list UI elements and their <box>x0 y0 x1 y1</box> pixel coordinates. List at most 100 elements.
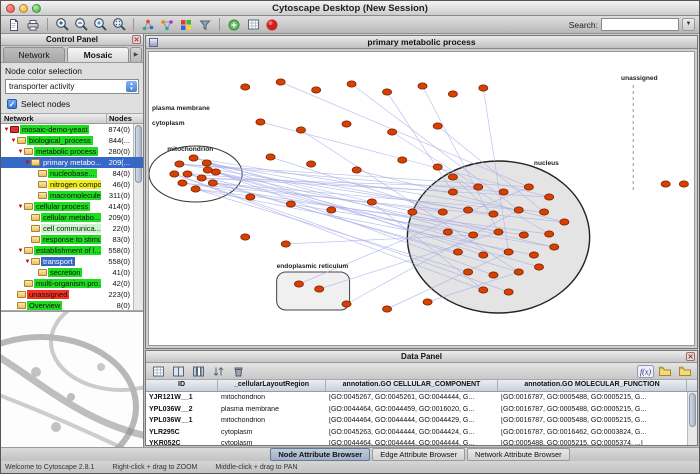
network-node[interactable] <box>443 229 452 235</box>
network-node[interactable] <box>281 241 290 247</box>
tab-network-attribute-browser[interactable]: Network Attribute Browser <box>467 448 570 461</box>
network-node[interactable] <box>178 180 187 186</box>
import-attributes-icon[interactable] <box>656 363 674 379</box>
network-node[interactable] <box>504 249 513 255</box>
vizmapper-icon[interactable] <box>177 17 195 33</box>
expand-arrow-icon[interactable]: ▼ <box>17 204 24 210</box>
tree-row[interactable]: ▼cellular process414(0) <box>1 201 143 212</box>
network-node[interactable] <box>327 207 336 213</box>
network-node[interactable] <box>189 155 198 161</box>
expand-arrow-icon[interactable]: ▼ <box>10 138 17 144</box>
node-color-select[interactable]: transporter activity ▲▼ <box>5 79 139 94</box>
network-overlay-icon[interactable] <box>158 17 176 33</box>
network-node[interactable] <box>315 286 324 292</box>
network-node[interactable] <box>347 81 356 87</box>
attribute-panes-icon[interactable] <box>169 363 187 379</box>
tree-row[interactable]: Overview8(0) <box>1 300 143 311</box>
network-node[interactable] <box>388 129 397 135</box>
network-node[interactable] <box>307 161 316 167</box>
network-node[interactable] <box>197 175 206 181</box>
attribute-delete-icon[interactable] <box>229 363 247 379</box>
network-node[interactable] <box>208 180 217 186</box>
tree-row[interactable]: nucleobase...84(0) <box>1 168 143 179</box>
print-icon[interactable] <box>24 17 42 33</box>
expand-arrow-icon[interactable]: ▼ <box>17 248 24 254</box>
tab-network[interactable]: Network <box>3 47 65 62</box>
network-node[interactable] <box>448 174 457 180</box>
help-icon[interactable] <box>263 17 281 33</box>
network-node[interactable] <box>202 160 211 166</box>
network-node[interactable] <box>494 229 503 235</box>
network-node[interactable] <box>448 91 457 97</box>
expand-arrow-icon[interactable]: ▼ <box>17 149 24 155</box>
search-input[interactable] <box>601 18 679 31</box>
network-node[interactable] <box>382 89 391 95</box>
network-node[interactable] <box>191 186 200 192</box>
network-node[interactable] <box>464 207 473 213</box>
zoom-fit-icon[interactable] <box>110 17 128 33</box>
network-node[interactable] <box>382 306 391 312</box>
network-node[interactable] <box>433 164 442 170</box>
tree-row[interactable]: ▼transport558(0) <box>1 256 143 267</box>
tree-row[interactable]: ▼biological_process844(... <box>1 135 143 146</box>
network-node[interactable] <box>241 234 250 240</box>
network-canvas[interactable]: plasma membranecytoplasmmitochondrionnuc… <box>148 51 695 346</box>
network-node[interactable] <box>438 209 447 215</box>
attribute-sort-icon[interactable] <box>209 363 227 379</box>
network-node[interactable] <box>560 219 569 225</box>
network-edge[interactable] <box>387 92 453 192</box>
network-node[interactable] <box>241 84 250 90</box>
close-button[interactable] <box>6 4 15 13</box>
attribute-grid-icon[interactable] <box>244 17 262 33</box>
tree-row[interactable]: cell communica...22(0) <box>1 223 143 234</box>
tree-row[interactable]: secretion41(0) <box>1 267 143 278</box>
tab-edge-attribute-browser[interactable]: Edge Attribute Browser <box>372 448 465 461</box>
network-node[interactable] <box>524 184 533 190</box>
column-header[interactable]: annotation.GO CELLULAR_COMPONENT <box>326 380 498 391</box>
network-node[interactable] <box>418 83 427 89</box>
select-arrows-icon[interactable]: ▲▼ <box>126 81 137 92</box>
network-node[interactable] <box>514 207 523 213</box>
network-node[interactable] <box>256 119 265 125</box>
tab-mosaic[interactable]: Mosaic <box>67 47 129 62</box>
maximize-button[interactable] <box>32 4 41 13</box>
data-panel-close-icon[interactable]: ✕ <box>686 352 695 361</box>
network-node[interactable] <box>183 171 192 177</box>
network-node[interactable] <box>464 269 473 275</box>
tree-row[interactable]: macromolecule...311(0) <box>1 190 143 201</box>
network-node[interactable] <box>276 79 285 85</box>
network-node[interactable] <box>203 167 212 173</box>
expand-arrow-icon[interactable]: ▼ <box>24 160 31 166</box>
zoom-selected-icon[interactable] <box>91 17 109 33</box>
network-node[interactable] <box>312 87 321 93</box>
table-row[interactable]: YPL036W__2plasma membrane[GO:0044464, GO… <box>146 404 697 416</box>
network-node[interactable] <box>246 194 255 200</box>
network-node[interactable] <box>534 264 543 270</box>
network-view-titlebar[interactable]: primary metabolic process <box>146 36 697 49</box>
formula-builder-icon[interactable]: f(x) <box>636 363 654 379</box>
tree-row[interactable]: ▼mosaic-demo-yeast874(0) <box>1 124 143 135</box>
expand-arrow-icon[interactable]: ▼ <box>3 127 10 133</box>
network-node[interactable] <box>489 272 498 278</box>
minimize-button[interactable] <box>19 4 28 13</box>
tree-row[interactable]: ▼metabolic process280(0) <box>1 146 143 157</box>
network-node[interactable] <box>423 299 432 305</box>
tree-row[interactable]: nitrogen compo...46(0) <box>1 179 143 190</box>
zoom-out-icon[interactable] <box>72 17 90 33</box>
network-node[interactable] <box>469 232 478 238</box>
network-node[interactable] <box>679 181 688 187</box>
network-node[interactable] <box>294 281 303 287</box>
network-node[interactable] <box>474 184 483 190</box>
network-node[interactable] <box>352 167 361 173</box>
expand-arrow-icon[interactable]: ▼ <box>24 259 31 265</box>
network-node[interactable] <box>296 127 305 133</box>
overview-thumbnail[interactable] <box>1 311 143 447</box>
tree-row[interactable]: ▼establishment of l...558(0) <box>1 245 143 256</box>
tree-row[interactable]: response to stimul...83(0) <box>1 234 143 245</box>
tree-row[interactable]: ▼primary metabo...209(... <box>1 157 143 168</box>
network-node[interactable] <box>540 209 549 215</box>
tree-row[interactable]: unassigned223(0) <box>1 289 143 300</box>
network-node[interactable] <box>545 194 554 200</box>
network-edge[interactable] <box>207 163 468 210</box>
network-node[interactable] <box>175 161 184 167</box>
